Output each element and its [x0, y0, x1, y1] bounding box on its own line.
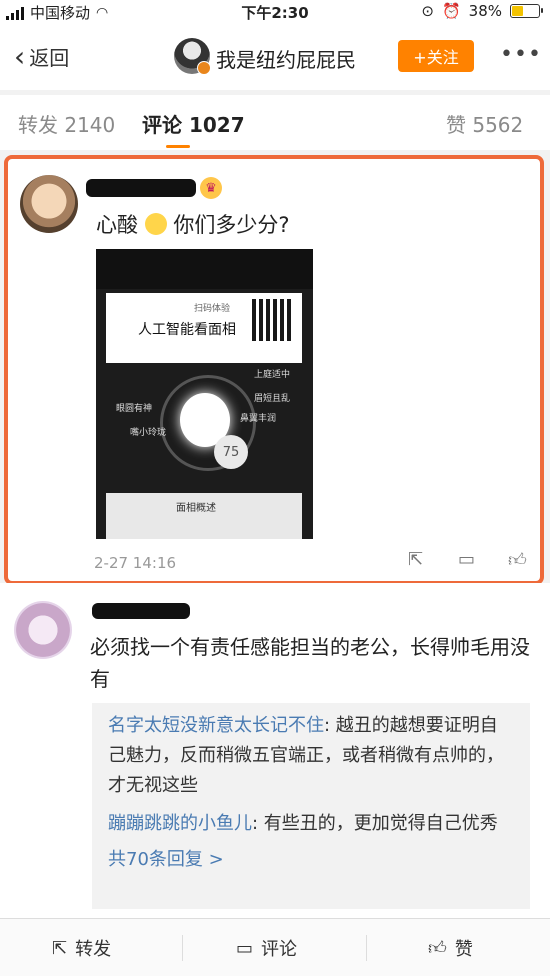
avatar[interactable] [20, 175, 78, 233]
face-label: 眉短且乱 [254, 394, 291, 404]
face-label: 嘴小玲珑 [130, 428, 167, 438]
like-label: 赞 [454, 939, 473, 960]
comment-text-part1: 心酸 [96, 213, 138, 237]
tab-like[interactable]: 赞 5562 [446, 109, 523, 138]
crown-badge-icon: ♛ [200, 177, 222, 199]
tab-comment[interactable]: 评论 1027 [142, 109, 245, 138]
status-bar: 中国移动 ◠ 下午2:30 ⊙ ⏰ 38% [0, 0, 550, 24]
divider [182, 935, 183, 961]
repost-icon: ⇱ [52, 937, 68, 959]
comment-button[interactable]: ▭ 评论 [236, 935, 297, 961]
battery-percent: 38% [468, 2, 502, 20]
more-replies-link[interactable]: 共70条回复 > [92, 845, 530, 875]
image-title: 人工智能看面相 [138, 322, 236, 338]
like-icon[interactable]: 👍︎ [508, 549, 532, 573]
reply-user[interactable]: 蹦蹦跳跳的小鱼儿 [108, 813, 252, 834]
avatar[interactable] [14, 601, 72, 659]
like-icon: 👍︎ [428, 938, 447, 959]
tab-repost-count: 2140 [64, 113, 116, 137]
tab-comment-count: 1027 [188, 113, 245, 137]
face-score: 75 [214, 435, 248, 469]
battery-fill [512, 6, 523, 16]
face-label: 上庭适中 [254, 370, 291, 380]
tab-indicator [166, 145, 190, 148]
qr-code-icon [252, 299, 294, 341]
rotation-lock-icon: ⊙ [421, 2, 434, 20]
summary-title: 面相概述 [176, 503, 216, 514]
page-title: 我是纽约屁屁民 [216, 48, 356, 72]
comment-text-part2: 你们多少分? [173, 213, 290, 237]
redacted-username [86, 179, 196, 197]
reply-text: : 有些丑的，更加觉得自己优秀 [252, 813, 498, 834]
scan-label: 扫码体验 [194, 304, 231, 314]
comment-text: 必须找一个有责任感能担当的老公，长得帅毛用没有 [90, 635, 530, 691]
comment-label: 评论 [261, 939, 298, 960]
divider [366, 935, 367, 961]
tab-like-count: 5562 [472, 113, 524, 137]
back-label: 返回 [29, 46, 70, 70]
verified-badge-icon [197, 61, 211, 75]
repost-label: 转发 [75, 939, 112, 960]
comment[interactable]: 必须找一个有责任感能担当的老公，长得帅毛用没有 名字太短没新意太长记不住: 越丑… [0, 583, 550, 918]
tab-like-label: 赞 [446, 113, 466, 137]
follow-button[interactable]: +关注 [398, 40, 474, 72]
comment-icon[interactable]: ▭ [458, 549, 482, 573]
comment-highlighted[interactable]: ♛ 心酸 你们多少分? 扫码体验 人工智能看面相 上庭适中 眉短且乱 眼圆有神 … [4, 155, 544, 585]
reply-item[interactable]: 蹦蹦跳跳的小鱼儿: 有些丑的，更加觉得自己优秀 [92, 809, 530, 839]
comment-icon: ▭ [236, 937, 254, 959]
face-label: 鼻翼丰润 [240, 414, 277, 424]
tab-bar: 转发 2140 评论 1027 赞 5562 [0, 95, 550, 150]
redacted-username [92, 603, 190, 619]
back-button[interactable]: ‹ 返回 [14, 42, 69, 71]
bottom-action-bar: ⇱ 转发 ▭ 评论 👍︎ 赞 [0, 918, 550, 976]
reply-item[interactable]: 名字太短没新意太长记不住: 越丑的越想要证明自己魅力，反而稍微五官端正，或者稍微… [92, 711, 530, 801]
comment-image[interactable]: 扫码体验 人工智能看面相 上庭适中 眉短且乱 眼圆有神 鼻翼丰润 嘴小玲珑 75… [96, 249, 313, 539]
more-icon[interactable]: ••• [500, 42, 542, 67]
reply-user[interactable]: 名字太短没新意太长记不住 [108, 715, 324, 736]
tab-repost-label: 转发 [18, 113, 58, 137]
comment-text: 心酸 你们多少分? [96, 209, 290, 239]
reply-list: 名字太短没新意太长记不住: 越丑的越想要证明自己魅力，反而稍微五官端正，或者稍微… [92, 703, 530, 909]
chevron-left-icon: ‹ [14, 39, 26, 73]
face-label: 眼圆有神 [116, 404, 153, 414]
comment-time: 2-27 14:16 [94, 554, 177, 572]
nav-bar: ‹ 返回 我是纽约屁屁民 +关注 ••• [0, 24, 550, 90]
battery-icon [510, 4, 543, 18]
share-icon[interactable]: ⇱ [408, 549, 432, 573]
like-button[interactable]: 👍︎ 赞 [428, 935, 473, 961]
alarm-icon: ⏰ [441, 2, 461, 20]
tab-repost[interactable]: 转发 2140 [18, 109, 115, 138]
repost-button[interactable]: ⇱ 转发 [52, 935, 111, 961]
crying-emoji-icon [144, 213, 167, 235]
tab-comment-label: 评论 [142, 113, 182, 137]
